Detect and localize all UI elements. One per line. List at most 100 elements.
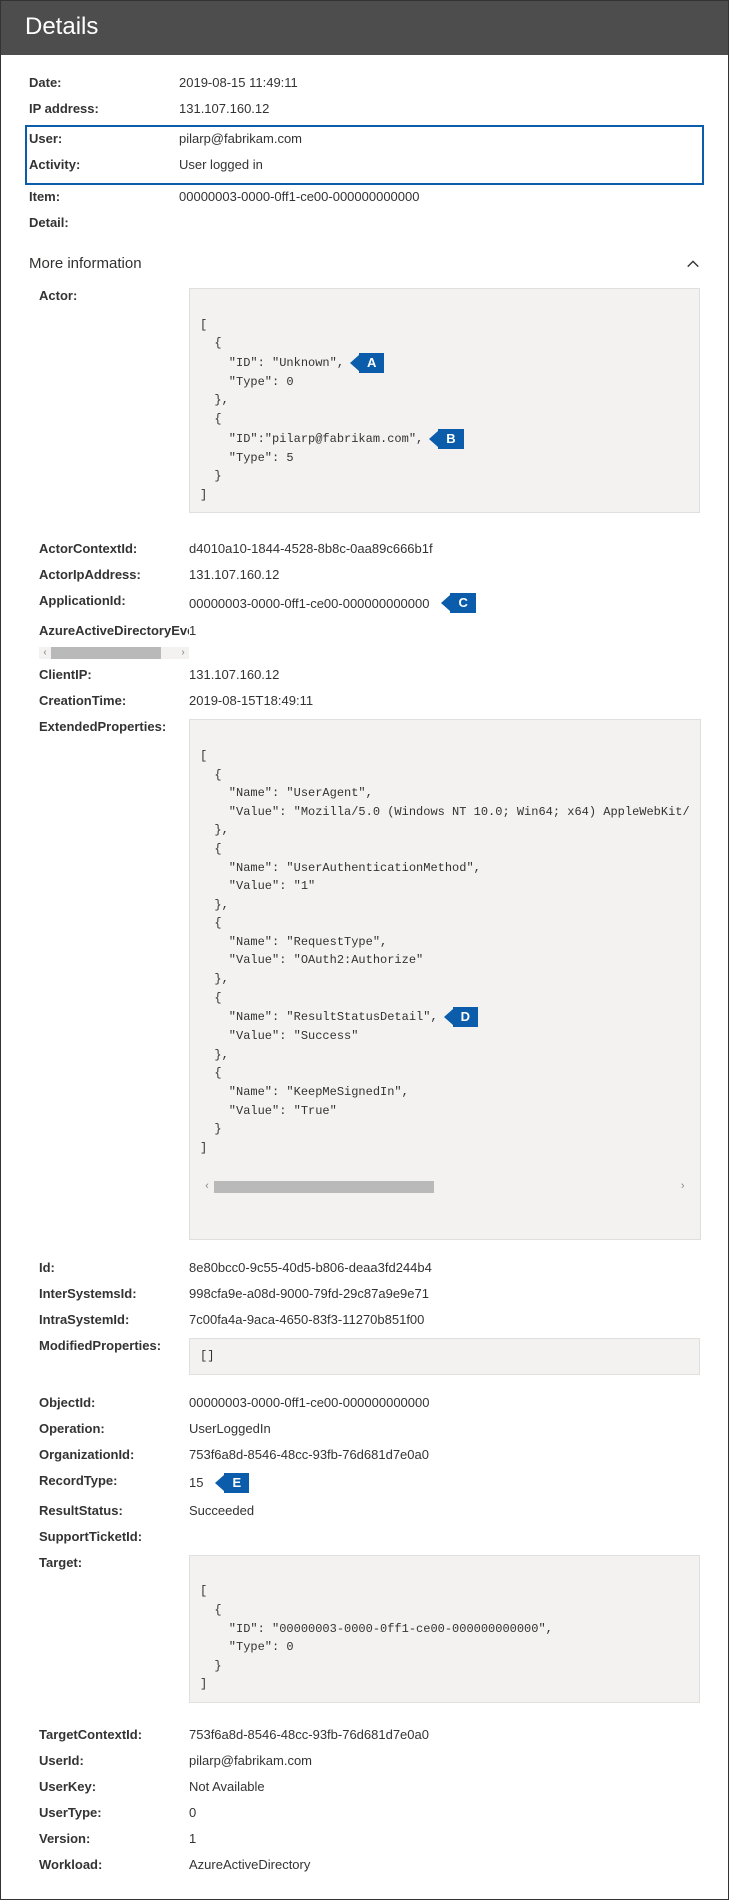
row-recordtype: RecordType: 15 E — [39, 1471, 700, 1495]
label-date: Date: — [29, 73, 179, 92]
label-supportticketid: SupportTicketId: — [39, 1527, 189, 1546]
value-targetcontextid: 753f6a8d-8546-48cc-93fb-76d681d7e0a0 — [189, 1725, 700, 1744]
code-hscroll[interactable]: ‹ › — [200, 1180, 690, 1194]
scroll-left-arrow-icon[interactable]: ‹ — [39, 647, 51, 659]
label-activity: Activity: — [29, 155, 179, 174]
row-usertype: UserType: 0 — [39, 1803, 700, 1823]
row-item: Item: 00000003-0000-0ff1-ce00-0000000000… — [29, 187, 700, 207]
label-detail: Detail: — [29, 213, 179, 232]
value-activity: User logged in — [179, 155, 700, 174]
target-code[interactable]: [ { "ID": "00000003-0000-0ff1-ce00-00000… — [189, 1555, 700, 1703]
value-item: 00000003-0000-0ff1-ce00-000000000000 — [179, 187, 700, 206]
label-version: Version: — [39, 1829, 189, 1848]
value-date: 2019-08-15 11:49:11 — [179, 73, 700, 92]
label-usertype: UserType: — [39, 1803, 189, 1822]
value-userkey: Not Available — [189, 1777, 700, 1796]
label-userkey: UserKey: — [39, 1777, 189, 1796]
scroll-right-arrow-icon[interactable]: › — [177, 647, 189, 659]
label-extendedproperties: ExtendedProperties: — [39, 717, 189, 736]
row-resultstatus: ResultStatus: Succeeded — [39, 1501, 700, 1521]
row-userid: UserId: pilarp@fabrikam.com — [39, 1751, 700, 1771]
row-actoripaddress: ActorIpAddress: 131.107.160.12 — [39, 565, 700, 585]
value-aad-event: 1 — [189, 621, 700, 640]
value-resultstatus: Succeeded — [189, 1501, 700, 1520]
label-scroll-bar[interactable]: ‹ › — [39, 647, 189, 659]
actor-code[interactable]: [ { "ID": "Unknown",A "Type": 0 }, { "ID… — [189, 288, 700, 513]
value-version: 1 — [189, 1829, 700, 1848]
value-id: 8e80bcc0-9c55-40d5-b806-deaa3fd244b4 — [189, 1258, 700, 1277]
scroll-right-arrow-icon[interactable]: › — [676, 1180, 690, 1194]
row-creationtime: CreationTime: 2019-08-15T18:49:11 — [39, 691, 700, 711]
label-actor: Actor: — [39, 286, 189, 305]
value-supportticketid — [189, 1527, 700, 1531]
row-intersystemsid: InterSystemsId: 998cfa9e-a08d-9000-79fd-… — [39, 1284, 700, 1304]
label-operation: Operation: — [39, 1419, 189, 1438]
label-organizationid: OrganizationId: — [39, 1445, 189, 1464]
row-actorcontextid: ActorContextId: d4010a10-1844-4528-8b8c-… — [39, 539, 700, 559]
row-organizationid: OrganizationId: 753f6a8d-8546-48cc-93fb-… — [39, 1445, 700, 1465]
label-intrasystemid: IntraSystemId: — [39, 1310, 189, 1329]
value-applicationid: 00000003-0000-0ff1-ce00-000000000000 — [189, 596, 429, 611]
value-ip: 131.107.160.12 — [179, 99, 700, 118]
row-version: Version: 1 — [39, 1829, 700, 1849]
label-actoripaddress: ActorIpAddress: — [39, 565, 189, 584]
callout-a: A — [350, 353, 384, 373]
scroll-thumb[interactable] — [214, 1181, 434, 1193]
callout-b: B — [429, 429, 463, 449]
callout-e: E — [215, 1473, 249, 1493]
row-user: User: pilarp@fabrikam.com — [29, 129, 700, 149]
scroll-left-arrow-icon[interactable]: ‹ — [200, 1180, 214, 1194]
value-actoripaddress: 131.107.160.12 — [189, 565, 700, 584]
extendedproperties-code[interactable]: [ { "Name": "UserAgent", "Value": "Mozil… — [189, 719, 701, 1240]
label-item: Item: — [29, 187, 179, 206]
callout-d: D — [444, 1007, 478, 1027]
label-userid: UserId: — [39, 1751, 189, 1770]
label-clientip: ClientIP: — [39, 665, 189, 684]
row-date: Date: 2019-08-15 11:49:11 — [29, 73, 700, 93]
row-operation: Operation: UserLoggedIn — [39, 1419, 700, 1439]
row-workload: Workload: AzureActiveDirectory — [39, 1855, 700, 1875]
value-clientip: 131.107.160.12 — [189, 665, 700, 684]
value-recordtype: 15 — [189, 1475, 203, 1490]
value-usertype: 0 — [189, 1803, 700, 1822]
row-userkey: UserKey: Not Available — [39, 1777, 700, 1797]
highlight-user-activity: User: pilarp@fabrikam.com Activity: User… — [25, 125, 704, 185]
value-operation: UserLoggedIn — [189, 1419, 700, 1438]
more-information-toggle[interactable]: More information — [29, 255, 700, 272]
row-ip-address: IP address: 131.107.160.12 — [29, 99, 700, 119]
row-supportticketid: SupportTicketId: — [39, 1527, 700, 1547]
row-clientip: ClientIP: 131.107.160.12 — [39, 665, 700, 685]
label-creationtime: CreationTime: — [39, 691, 189, 710]
chevron-up-icon — [686, 257, 700, 271]
label-workload: Workload: — [39, 1855, 189, 1874]
row-objectid: ObjectId: 00000003-0000-0ff1-ce00-000000… — [39, 1393, 700, 1413]
value-user: pilarp@fabrikam.com — [179, 129, 700, 148]
value-workload: AzureActiveDirectory — [189, 1855, 700, 1874]
label-actorcontextid: ActorContextId: — [39, 539, 189, 558]
row-actor: Actor: [ { "ID": "Unknown",A "Type": 0 }… — [39, 286, 700, 515]
value-creationtime: 2019-08-15T18:49:11 — [189, 691, 700, 710]
row-activity: Activity: User logged in — [29, 155, 700, 175]
value-actorcontextid: d4010a10-1844-4528-8b8c-0aa89c666b1f — [189, 539, 700, 558]
row-targetcontextid: TargetContextId: 753f6a8d-8546-48cc-93fb… — [39, 1725, 700, 1745]
row-modifiedproperties: ModifiedProperties: [] — [39, 1336, 700, 1377]
row-applicationid: ApplicationId: 00000003-0000-0ff1-ce00-0… — [39, 591, 700, 615]
label-objectid: ObjectId: — [39, 1393, 189, 1412]
label-id: Id: — [39, 1258, 189, 1277]
row-intrasystemid: IntraSystemId: 7c00fa4a-9aca-4650-83f3-1… — [39, 1310, 700, 1330]
scroll-thumb[interactable] — [51, 647, 161, 659]
row-extendedproperties: ExtendedProperties: [ { "Name": "UserAge… — [39, 717, 700, 1242]
callout-c: C — [441, 593, 475, 613]
value-userid: pilarp@fabrikam.com — [189, 1751, 700, 1770]
panel-title: Details — [1, 1, 728, 55]
modifiedproperties-code[interactable]: [] — [189, 1338, 700, 1375]
row-detail: Detail: — [29, 213, 700, 233]
value-intrasystemid: 7c00fa4a-9aca-4650-83f3-11270b851f00 — [189, 1310, 700, 1329]
label-aad-event: AzureActiveDirectoryEve — [39, 621, 189, 640]
label-ip: IP address: — [29, 99, 179, 118]
label-modifiedproperties: ModifiedProperties: — [39, 1336, 189, 1355]
row-target: Target: [ { "ID": "00000003-0000-0ff1-ce… — [39, 1553, 700, 1705]
details-panel: Details Date: 2019-08-15 11:49:11 IP add… — [0, 0, 729, 1900]
value-objectid: 00000003-0000-0ff1-ce00-000000000000 — [189, 1393, 700, 1412]
row-aad-event: AzureActiveDirectoryEve 1 — [39, 621, 700, 641]
